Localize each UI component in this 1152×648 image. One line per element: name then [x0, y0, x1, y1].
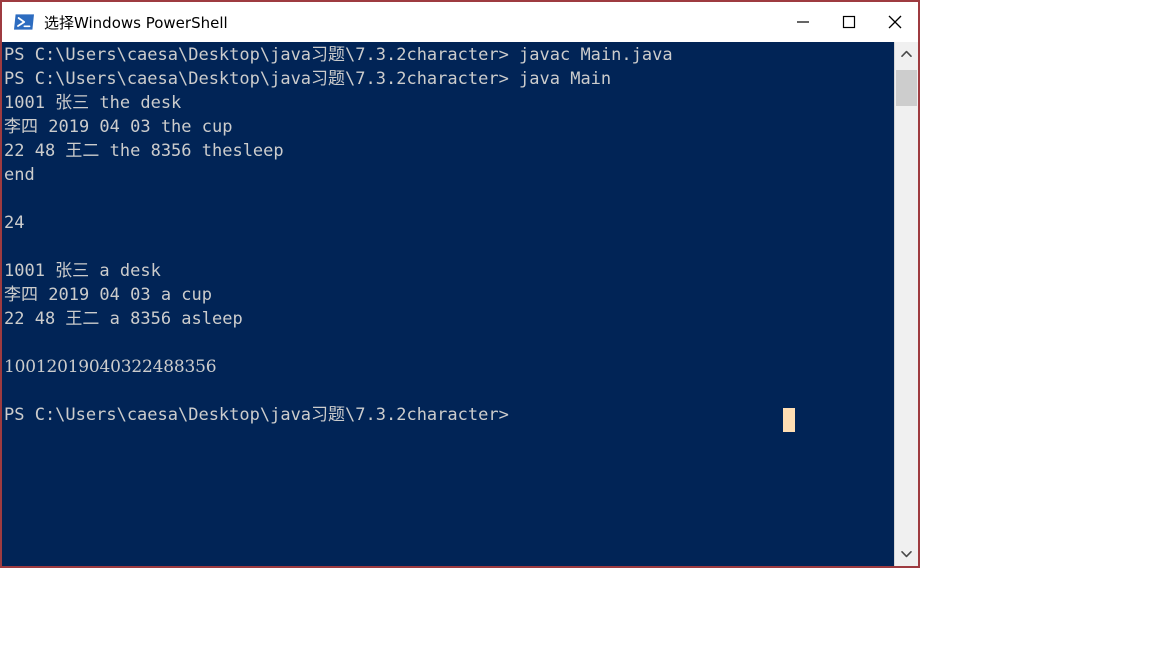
console-text-buffer: PS C:\Users\caesa\Desktop\java习题\7.3.2ch…	[4, 43, 673, 427]
console-line: 22 48 王二 the 8356 thesleep	[4, 141, 284, 161]
console-line: 李四 2019 04 03 a cup	[4, 285, 212, 305]
console-line: 1001 张三 a desk	[4, 261, 161, 281]
console-line: PS C:\Users\caesa\Desktop\java习题\7.3.2ch…	[4, 405, 509, 425]
close-button[interactable]	[872, 2, 918, 42]
console-line: 李四 2019 04 03 the cup	[4, 117, 233, 137]
console-line: 24	[4, 213, 25, 233]
console-line: 22 48 王二 a 8356 asleep	[4, 309, 243, 329]
console-line: 10012019040322488356	[4, 357, 217, 377]
vertical-scrollbar[interactable]	[894, 42, 918, 566]
console-line: PS C:\Users\caesa\Desktop\java习题\7.3.2ch…	[4, 45, 673, 65]
maximize-button[interactable]	[826, 2, 872, 42]
console-output-area[interactable]: PS C:\Users\caesa\Desktop\java习题\7.3.2ch…	[2, 42, 894, 566]
powershell-window: 选择Windows PowerShell PS C:\Users\caesa\D…	[0, 0, 920, 568]
console-line: end	[4, 165, 35, 185]
scrollbar-track[interactable]	[895, 66, 918, 542]
minimize-button[interactable]	[780, 2, 826, 42]
console-line: PS C:\Users\caesa\Desktop\java习题\7.3.2ch…	[4, 69, 612, 89]
chevron-up-icon[interactable]	[895, 42, 918, 66]
title-bar[interactable]: 选择Windows PowerShell	[2, 2, 918, 42]
chevron-down-icon[interactable]	[895, 542, 918, 566]
powershell-icon	[13, 11, 35, 33]
scrollbar-thumb[interactable]	[896, 70, 917, 106]
window-title: 选择Windows PowerShell	[44, 13, 228, 32]
text-cursor	[783, 408, 795, 432]
console-line: 1001 张三 the desk	[4, 93, 182, 113]
